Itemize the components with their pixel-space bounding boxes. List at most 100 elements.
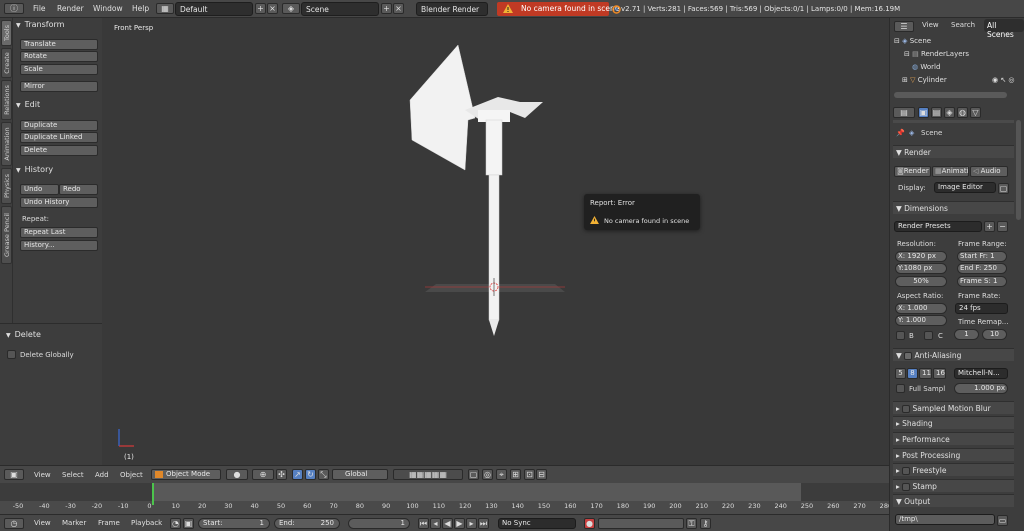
editor-type-icon[interactable]: ⓘ <box>4 3 24 14</box>
scale-button[interactable]: Scale <box>20 64 98 75</box>
frame-rate-select[interactable]: 24 fps <box>955 303 1008 314</box>
stamp-checkbox[interactable] <box>902 483 911 491</box>
proportional-edit-icon[interactable]: ◎ <box>482 469 493 480</box>
lock-interface-icon[interactable]: ▢ <box>998 183 1009 194</box>
tab-tools[interactable]: Tools <box>1 20 12 46</box>
remove-preset-icon[interactable]: − <box>997 221 1008 232</box>
post-processing-panel-header[interactable]: ▸ Post Processing <box>893 448 1014 461</box>
delete-globally-checkbox[interactable] <box>7 350 16 359</box>
motion-blur-panel-header[interactable]: ▸ Sampled Motion Blur <box>893 401 1014 414</box>
add-preset-icon[interactable]: + <box>984 221 995 232</box>
shading-panel-header[interactable]: ▸ Shading <box>893 416 1014 429</box>
play-reverse-icon[interactable]: ◀ <box>442 518 453 529</box>
delete-keyframe-icon[interactable]: ⚷ <box>700 518 711 529</box>
jump-keyframe-forward-icon[interactable]: ▸ <box>466 518 477 529</box>
tab-physics[interactable]: Physics <box>1 168 12 204</box>
rotate-manipulator-icon[interactable]: ↻ <box>305 469 316 480</box>
menu-file[interactable]: File <box>33 4 46 13</box>
outliner-view-menu[interactable]: View <box>922 21 939 29</box>
render-button[interactable]: ◙Render <box>894 166 931 177</box>
sync-mode-select[interactable]: No Sync <box>498 518 576 529</box>
editor-type-icon[interactable]: ▣ <box>4 469 24 480</box>
time-remap-new-field[interactable]: 10 <box>982 329 1007 340</box>
border-checkbox[interactable] <box>896 331 905 340</box>
edit-panel-header[interactable]: ▼ Edit <box>16 100 40 109</box>
editor-type-icon[interactable]: ☰ <box>894 21 914 32</box>
aa-samples-5[interactable]: 5 <box>895 368 906 379</box>
menu-render[interactable]: Render <box>57 4 84 13</box>
error-report-badge[interactable]: No camera found in scene <box>497 2 619 16</box>
scale-manipulator-icon[interactable]: ⤡ <box>318 469 329 480</box>
layers-grid-icon[interactable]: ▦▦▦▦▦ <box>393 469 463 480</box>
tab-create[interactable]: Create <box>1 48 12 78</box>
tab-grease-pencil[interactable]: Grease Pencil <box>1 206 12 264</box>
menu-help[interactable]: Help <box>132 4 149 13</box>
render-anim-opengl-icon[interactable]: ⊟ <box>536 469 547 480</box>
scene-icon[interactable]: ◈ <box>282 3 300 14</box>
resolution-x-field[interactable]: X: 1920 px <box>895 251 947 262</box>
render-presets-select[interactable]: Render Presets <box>894 221 982 232</box>
antialiasing-checkbox[interactable] <box>904 352 913 360</box>
snap-icon[interactable]: ⌖ <box>496 469 507 480</box>
duplicate-linked-button[interactable]: Duplicate Linked <box>20 132 98 143</box>
remove-scene-icon[interactable]: × <box>393 3 404 14</box>
aa-filter-select[interactable]: Mitchell-N... <box>954 368 1008 379</box>
full-sample-checkbox[interactable] <box>896 384 905 393</box>
time-remap-old-field[interactable]: 1 <box>954 329 979 340</box>
performance-panel-header[interactable]: ▸ Performance <box>893 432 1014 445</box>
dimensions-panel-header[interactable]: ▼ Dimensions <box>893 201 1014 214</box>
duplicate-button[interactable]: Duplicate <box>20 120 98 131</box>
current-frame-field[interactable]: 1 <box>348 518 410 529</box>
aspect-x-field[interactable]: X: 1.000 <box>895 303 947 314</box>
shading-mode-icon[interactable]: ● <box>226 469 248 480</box>
world-context-icon[interactable]: ◍ <box>957 107 968 118</box>
lock-time-icon[interactable]: ▣ <box>183 518 194 529</box>
insert-keyframe-icon[interactable]: ⚿ <box>686 518 697 529</box>
axe-model[interactable] <box>400 40 580 340</box>
play-icon[interactable]: ▶ <box>454 518 465 529</box>
screen-layout-icon[interactable]: ▦ <box>156 3 174 14</box>
freestyle-checkbox[interactable] <box>902 467 911 475</box>
keying-set-field[interactable] <box>598 518 684 529</box>
start-frame-prop[interactable]: Start Fr: 1 <box>957 251 1007 262</box>
filter-size-field[interactable]: 1.000 px <box>954 383 1008 394</box>
record-icon[interactable]: ● <box>584 518 595 529</box>
stamp-panel-header[interactable]: ▸ Stamp <box>893 479 1014 492</box>
frame-step-prop[interactable]: Frame S: 1 <box>957 276 1007 287</box>
jump-end-icon[interactable]: ⏭ <box>478 518 489 529</box>
antialiasing-panel-header[interactable]: ▼ Anti-Aliasing <box>893 348 1014 361</box>
outliner-scrollbar[interactable] <box>894 92 1007 98</box>
delete-operator-header[interactable]: ▼ Delete <box>6 330 41 339</box>
folder-icon[interactable]: ▭ <box>997 515 1008 526</box>
resolution-percentage-field[interactable]: 50% <box>895 276 947 287</box>
motion-blur-checkbox[interactable] <box>902 405 911 413</box>
aspect-y-field[interactable]: Y: 1.000 <box>895 315 947 326</box>
outliner-row-world[interactable]: ◍ World <box>912 63 940 71</box>
delete-button[interactable]: Delete <box>20 145 98 156</box>
menu-view[interactable]: View <box>34 471 51 479</box>
mirror-button[interactable]: Mirror <box>20 81 98 92</box>
display-select[interactable]: Image Editor <box>934 182 996 193</box>
properties-scrollbar[interactable] <box>1016 120 1021 220</box>
menu-select[interactable]: Select <box>62 471 84 479</box>
screen-layout-select[interactable]: Default <box>175 2 253 16</box>
outliner-row-cylinder[interactable]: ⊞ ▽ Cylinder <box>902 76 947 84</box>
tab-relations[interactable]: Relations <box>1 80 12 120</box>
editor-type-icon[interactable]: ▤ <box>893 107 915 118</box>
aa-samples-8[interactable]: 8 <box>907 368 918 379</box>
render-animation-button[interactable]: ▦Animati <box>932 166 969 177</box>
scene-select[interactable]: Scene <box>301 2 379 16</box>
preview-range-icon[interactable]: ◔ <box>170 518 181 529</box>
outliner-row-renderlayers[interactable]: ⊟ ▤ RenderLayers <box>904 50 969 58</box>
freestyle-panel-header[interactable]: ▸ Freestyle <box>893 463 1014 476</box>
menu-frame[interactable]: Frame <box>98 519 120 527</box>
remove-layout-icon[interactable]: × <box>267 3 278 14</box>
rotate-button[interactable]: Rotate <box>20 51 98 62</box>
manipulator-icon[interactable]: ✣ <box>276 469 287 480</box>
end-frame-field[interactable]: End: 250 <box>274 518 340 529</box>
translate-manipulator-icon[interactable]: ↗ <box>292 469 303 480</box>
outliner-row-scene[interactable]: ⊟ ◈ Scene <box>894 37 931 45</box>
end-frame-prop[interactable]: End F: 250 <box>957 263 1007 274</box>
visibility-eye-icon[interactable]: ◉ ↖ ◎ <box>992 76 1015 84</box>
transform-orientation-select[interactable]: Global <box>332 469 388 480</box>
